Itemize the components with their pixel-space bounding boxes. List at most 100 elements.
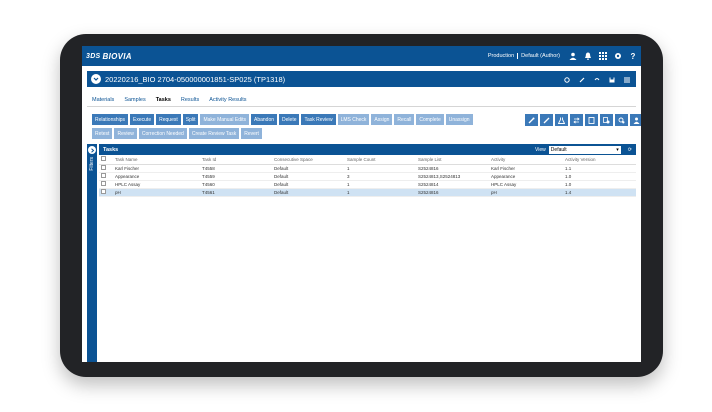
icon-toolbar	[525, 114, 641, 126]
column-header[interactable]: Activity	[489, 155, 563, 165]
logo-prefix: 3DS	[86, 52, 101, 60]
user-assign-icon[interactable]	[630, 114, 641, 126]
action-button-execute[interactable]: Execute	[130, 114, 155, 125]
table-cell-activity: Karl Fischer	[489, 164, 563, 173]
edit-icon[interactable]	[579, 70, 585, 88]
table-cell-activity: Appearance	[489, 172, 563, 181]
action-button-request[interactable]: Request	[156, 114, 181, 125]
table-cell-version: 1.1	[563, 164, 636, 173]
top-bar: 3DS BIOVIA Production Default (Author) ?	[82, 46, 641, 66]
column-header[interactable]: Task Id	[200, 155, 272, 165]
table-cell-list: S2524814	[416, 180, 489, 189]
action-button-assign[interactable]: Assign	[371, 114, 393, 125]
environment-selector[interactable]: Production Default (Author)	[488, 53, 560, 59]
column-header[interactable]: Sample List	[416, 155, 489, 165]
action-button-make-manual-edits[interactable]: Make Manual Edits	[200, 114, 249, 125]
action-button-revert[interactable]: Revert	[241, 128, 262, 139]
table-cell-count: 1	[345, 164, 416, 173]
table-cell-space: Default	[272, 180, 345, 189]
user-icon[interactable]	[568, 52, 577, 61]
table-header-row: Task Name Task Id Consecutive Space Samp…	[99, 155, 636, 165]
table-cell-activity: pH	[489, 188, 563, 197]
swap-icon[interactable]	[570, 114, 583, 126]
tab-results[interactable]: Results	[181, 97, 199, 103]
apps-grid-icon[interactable]	[598, 52, 607, 61]
document-settings-icon[interactable]	[600, 114, 613, 126]
undo-icon[interactable]	[594, 70, 600, 88]
action-button-retest[interactable]: Retest	[92, 128, 113, 139]
tab-divider	[87, 106, 636, 107]
table-row[interactable]: Appearance T4559 Default 3 S2524813,S2524813…	[99, 172, 636, 181]
table-cell-name: Karl Fischer	[113, 164, 200, 173]
action-button-delete[interactable]: Delete	[279, 114, 300, 125]
table-cell-count: 3	[345, 172, 416, 181]
table-cell-id: T4559	[200, 172, 272, 181]
action-button-lms-check[interactable]: LMS Check	[337, 114, 370, 125]
table-cell-version: 1.4	[563, 188, 636, 197]
table-cell-list: S2524813,S2524813	[416, 172, 489, 181]
tab-samples[interactable]: Samples	[124, 97, 145, 103]
action-toolbar-primary: Relationships Execute Request Split Make Man…	[92, 114, 473, 125]
row-checkbox[interactable]	[99, 164, 113, 173]
help-icon[interactable]: ?	[628, 52, 637, 61]
column-header[interactable]: Task Name	[113, 155, 200, 165]
gear-settings-icon[interactable]	[615, 114, 628, 126]
collapse-icon[interactable]	[91, 74, 101, 84]
pencil-icon[interactable]	[540, 114, 553, 126]
record-title: 20220216_BIO 2704-050000001851-SP025 (TP…	[105, 74, 286, 84]
settings-icon[interactable]	[564, 70, 570, 88]
column-header[interactable]: Consecutive Space	[272, 155, 345, 165]
table-cell-id: T4560	[200, 180, 272, 189]
row-checkbox[interactable]	[99, 188, 113, 197]
save-icon[interactable]	[609, 70, 615, 88]
filters-sidebar[interactable]: Filters	[87, 144, 97, 362]
table-cell-name: pH	[113, 188, 200, 197]
table-cell-space: Default	[272, 164, 345, 173]
action-button-review[interactable]: Review	[114, 128, 137, 139]
environment-label: Production	[487, 53, 515, 59]
tab-activity-results[interactable]: Activity Results	[209, 97, 246, 103]
table-row[interactable]: pH T4561 Default 1 S2524816 pH 1.4	[99, 188, 636, 197]
table-row[interactable]: Karl Fischer T4558 Default 1 S2524816 Karl Fi…	[99, 164, 636, 173]
flask-icon[interactable]	[555, 114, 568, 126]
view-select[interactable]: Default ▾	[548, 145, 621, 154]
action-button-create-review-task[interactable]: Create Review Task	[188, 128, 240, 139]
table-cell-name: Appearance	[113, 172, 200, 181]
action-button-relationships[interactable]: Relationships	[92, 114, 129, 125]
document-icon[interactable]	[585, 114, 598, 126]
select-all-checkbox[interactable]	[99, 155, 113, 165]
column-header[interactable]: Activity Version	[563, 155, 636, 165]
menu-icon[interactable]	[624, 70, 630, 88]
action-button-split[interactable]: Split	[182, 114, 199, 125]
table-row[interactable]: HPLC Assay T4560 Default 1 S2524814 HPLC Assa…	[99, 180, 636, 189]
row-checkbox[interactable]	[99, 180, 113, 189]
pipette-icon[interactable]	[525, 114, 538, 126]
notification-bell-icon[interactable]	[583, 52, 592, 61]
table-cell-count: 1	[345, 180, 416, 189]
action-button-complete[interactable]: Complete	[416, 114, 444, 125]
expand-filters-icon[interactable]	[88, 146, 96, 154]
action-button-abandon[interactable]: Abandon	[251, 114, 278, 125]
action-button-unassign[interactable]: Unassign	[445, 114, 473, 125]
action-button-correction-needed[interactable]: Correction Needed	[138, 128, 187, 139]
action-button-recall[interactable]: Recall	[394, 114, 415, 125]
svg-text:?: ?	[630, 52, 635, 60]
refresh-icon[interactable]: ⟳	[628, 147, 632, 153]
tab-materials[interactable]: Materials	[92, 97, 114, 103]
action-button-task-review[interactable]: Task Review	[301, 114, 336, 125]
table-cell-count: 1	[345, 188, 416, 197]
app-screen: 3DS BIOVIA Production Default (Author) ?…	[82, 46, 641, 362]
tasks-table: Task Name Task Id Consecutive Space Samp…	[99, 155, 636, 197]
tasks-panel: Tasks View Default ▾ ⟳ Task Name Task Id…	[99, 144, 636, 362]
tab-tasks[interactable]: Tasks	[156, 97, 171, 103]
column-header[interactable]: Sample Count	[345, 155, 416, 165]
row-checkbox[interactable]	[99, 172, 113, 181]
tasks-panel-header: Tasks View Default ▾ ⟳	[99, 144, 636, 155]
gear-icon[interactable]	[613, 52, 622, 61]
view-select-value: Default	[550, 146, 567, 153]
filters-label: Filters	[89, 157, 95, 171]
table-cell-space: Default	[272, 172, 345, 181]
table-cell-version: 1.0	[563, 172, 636, 181]
table-cell-list: S2524816	[416, 188, 489, 197]
role-label: Default (Author)	[521, 53, 560, 59]
